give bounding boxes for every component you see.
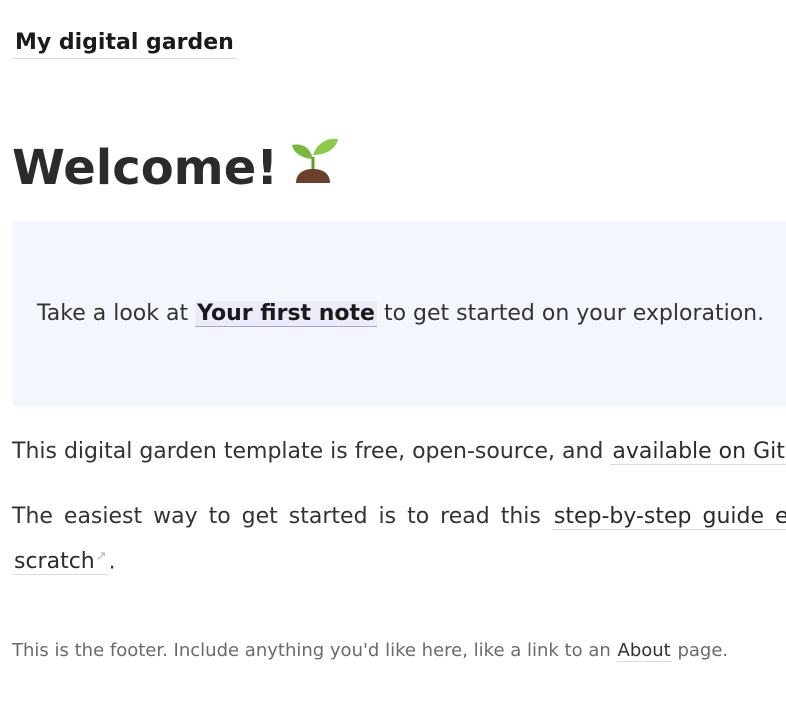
page: My digital garden Welcome! Take a look a… bbox=[0, 0, 786, 710]
footer: This is the footer. Include anything you… bbox=[12, 638, 728, 664]
page-title: Welcome! bbox=[12, 136, 340, 205]
guide-paragraph: The easiest way to get started is to rea… bbox=[12, 502, 786, 532]
callout-text: Take a look at Your first note to get st… bbox=[37, 299, 764, 329]
site-title-link[interactable]: My digital garden bbox=[12, 28, 237, 59]
github-link[interactable]: available on GitHub bbox=[610, 439, 786, 465]
external-link-icon: ↗ bbox=[95, 549, 107, 564]
first-note-link[interactable]: Your first note bbox=[195, 301, 377, 327]
about-link[interactable]: About bbox=[616, 640, 672, 662]
guide-paragraph-continued: scratch↗. bbox=[12, 542, 116, 577]
seedling-icon bbox=[288, 133, 340, 201]
guide-link-text: scratch bbox=[14, 549, 95, 575]
intro-paragraph-text: This digital garden template is free, op… bbox=[12, 439, 611, 464]
footer-text-end: page. bbox=[671, 640, 729, 661]
guide-link[interactable]: step-by-step guide expla bbox=[551, 504, 786, 530]
page-title-text: Welcome! bbox=[12, 140, 279, 196]
guide-link-continued[interactable]: scratch↗ bbox=[12, 549, 109, 576]
callout-text-before: Take a look at bbox=[37, 301, 196, 326]
footer-text: This is the footer. Include anything you… bbox=[12, 640, 617, 661]
intro-paragraph: This digital garden template is free, op… bbox=[12, 437, 786, 467]
callout-box: Take a look at Your first note to get st… bbox=[12, 221, 786, 406]
callout-text-after: to get started on your exploration. bbox=[376, 301, 765, 326]
guide-paragraph-end: . bbox=[108, 549, 116, 575]
guide-paragraph-text: The easiest way to get started is to rea… bbox=[12, 504, 552, 529]
